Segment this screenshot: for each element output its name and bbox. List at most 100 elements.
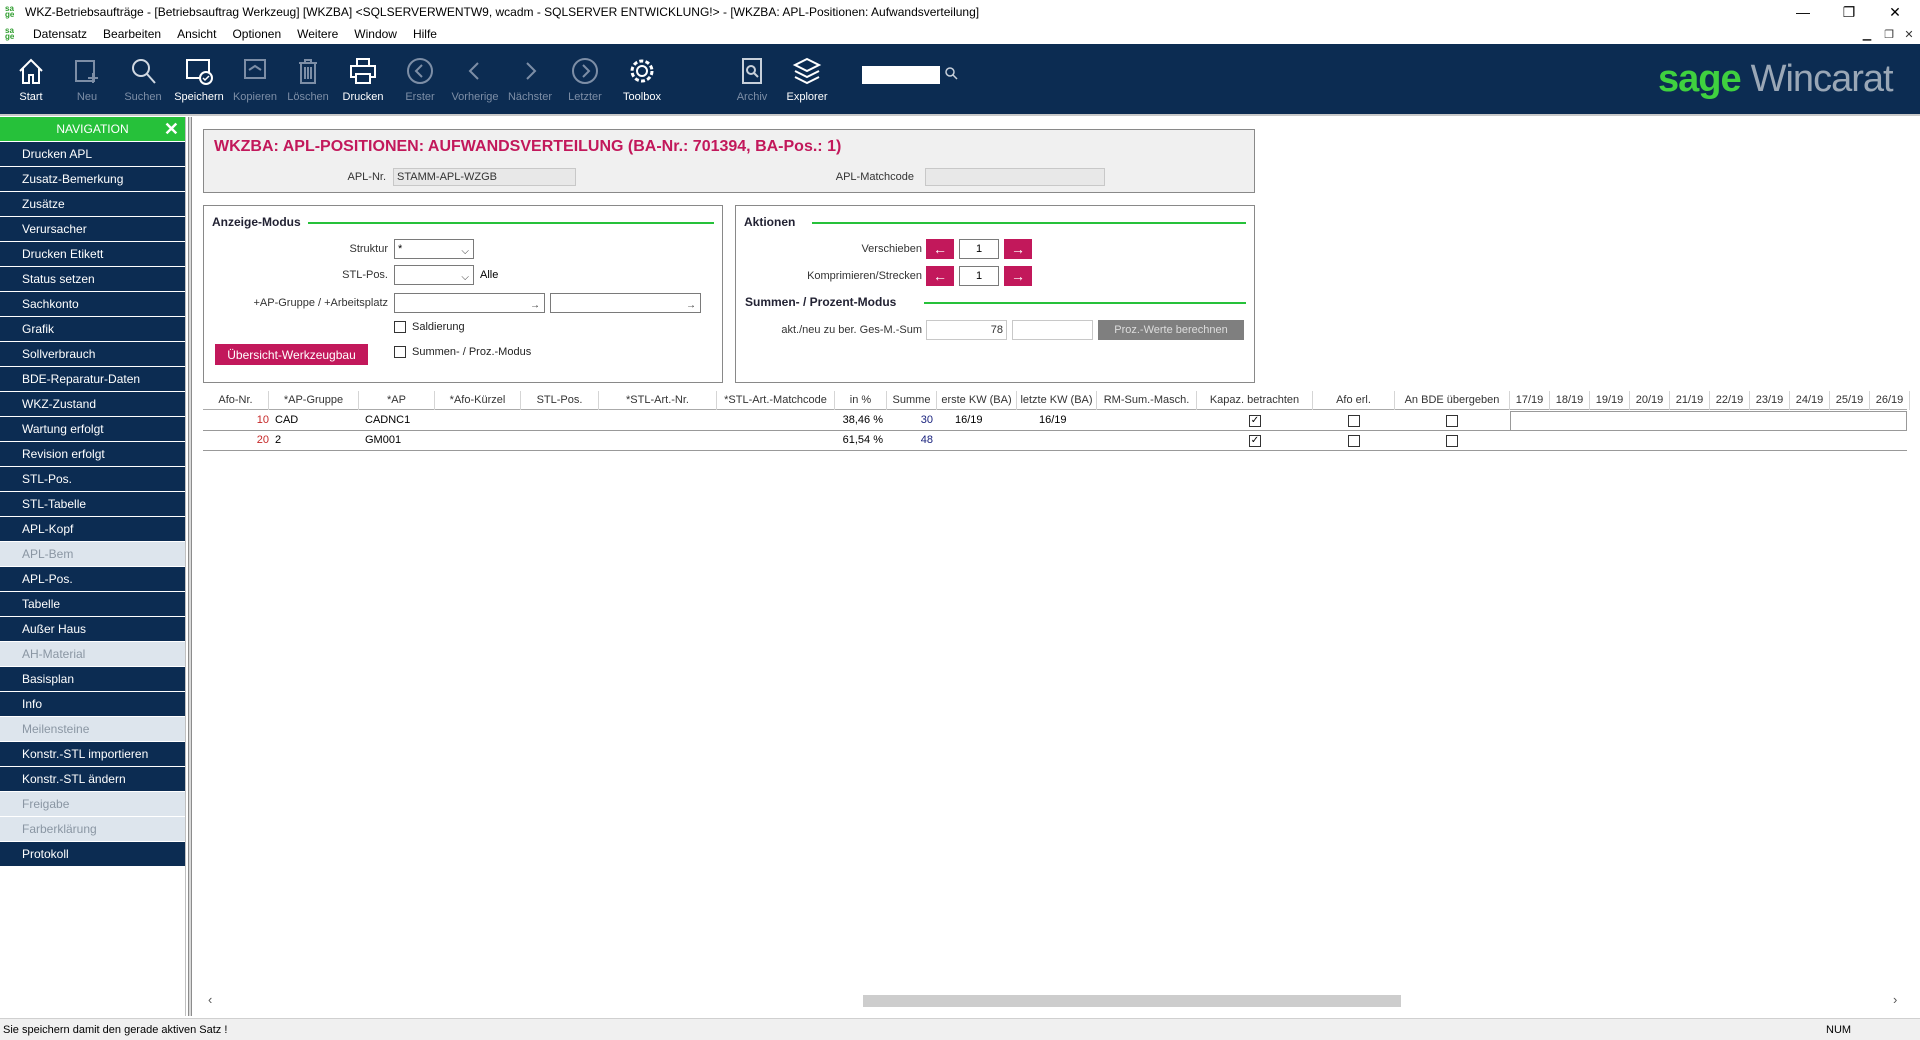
column-header[interactable]: *Afo-Kürzel [435, 391, 521, 410]
nav-item[interactable]: BDE-Reparatur-Daten [0, 367, 185, 391]
column-header[interactable]: *AP [359, 391, 435, 410]
neu-summe-field[interactable] [1012, 320, 1093, 340]
menu-window[interactable]: Window [346, 27, 405, 41]
scroll-left-icon[interactable]: ‹ [208, 992, 212, 1007]
column-header[interactable]: letzte KW (BA) [1017, 391, 1097, 410]
table-row[interactable]: 20 2 GM001 61,54 % 48 ✓ [203, 431, 1907, 451]
week-column-header[interactable]: 25/19 [1830, 391, 1870, 410]
cell-apgruppe[interactable]: 2 [275, 431, 359, 450]
cell-matchcode[interactable] [717, 431, 835, 450]
cell-stlpos[interactable] [521, 431, 599, 450]
nav-item[interactable]: APL-Kopf [0, 517, 185, 541]
struktur-select[interactable]: * ⌵ [394, 239, 474, 259]
summen-modus-checkbox[interactable]: Summen- / Proz.-Modus [394, 346, 531, 358]
cell-proz[interactable]: 38,46 % [835, 411, 883, 430]
nav-item[interactable]: Zusätze [0, 192, 185, 216]
suchen-button[interactable]: Suchen [115, 56, 171, 112]
week-column-header[interactable]: 19/19 [1590, 391, 1630, 410]
cell-proz[interactable]: 61,54 % [835, 431, 883, 450]
arbeitsplatz-input[interactable]: → [550, 293, 701, 313]
toolbar-search-input[interactable] [862, 66, 940, 84]
erster-button[interactable]: Erster [392, 56, 448, 112]
close-button[interactable]: ✕ [1872, 0, 1918, 24]
restore-button[interactable]: ❐ [1826, 0, 1872, 24]
nav-item[interactable]: Status setzen [0, 267, 185, 291]
loeschen-button[interactable]: Löschen [280, 56, 336, 112]
navigation-splitter[interactable] [188, 117, 192, 1016]
nav-item[interactable]: Info [0, 692, 185, 716]
speichern-button[interactable]: Speichern [171, 56, 227, 112]
column-header[interactable]: RM-Sum.-Masch. [1097, 391, 1197, 410]
nav-item[interactable]: Konstr.-STL importieren [0, 742, 185, 766]
neu-button[interactable]: Neu [59, 56, 115, 112]
cell-erste[interactable] [955, 431, 1017, 450]
scrollbar-thumb[interactable] [863, 995, 1401, 1007]
week-column-header[interactable]: 22/19 [1710, 391, 1750, 410]
nav-item[interactable]: STL-Tabelle [0, 492, 185, 516]
kopieren-button[interactable]: Kopieren [227, 56, 283, 112]
nav-item[interactable]: Drucken Etikett [0, 242, 185, 266]
menu-bearbeiten[interactable]: Bearbeiten [95, 27, 169, 41]
cell-letzte[interactable] [1039, 431, 1097, 450]
close-icon[interactable]: ✕ [164, 119, 179, 140]
uebersicht-werkzeugbau-button[interactable]: Übersicht-Werkzeugbau [215, 344, 368, 365]
week-column-header[interactable]: 23/19 [1750, 391, 1790, 410]
vorherige-button[interactable]: Vorherige [447, 56, 503, 112]
letzter-button[interactable]: Letzter [557, 56, 613, 112]
column-header[interactable]: *STL-Art.-Matchcode [717, 391, 835, 410]
cell-artnr[interactable] [599, 431, 717, 450]
akt-summe-field[interactable]: 78 [926, 320, 1007, 340]
nav-item[interactable]: APL-Pos. [0, 567, 185, 591]
start-button[interactable]: Start [3, 56, 59, 112]
menu-weitere[interactable]: Weitere [289, 27, 346, 41]
week-column-header[interactable]: 26/19 [1870, 391, 1910, 410]
cell-rm[interactable] [1097, 411, 1197, 430]
cell-artnr[interactable] [599, 411, 717, 430]
archiv-button[interactable]: Archiv [724, 56, 780, 112]
verschieben-left-button[interactable]: ← [926, 239, 954, 259]
cell-ap[interactable]: GM001 [365, 431, 435, 450]
cell-apgruppe[interactable]: CAD [275, 411, 359, 430]
drucken-button[interactable]: Drucken [335, 56, 391, 112]
column-header[interactable]: Kapaz. betrachten [1197, 391, 1313, 410]
column-header[interactable]: Summe [887, 391, 937, 410]
apl-matchcode-field[interactable] [925, 168, 1105, 186]
nav-item[interactable]: Drucken APL [0, 142, 185, 166]
nav-item[interactable]: Protokoll [0, 842, 185, 866]
nav-item[interactable]: STL-Pos. [0, 467, 185, 491]
menu-datensatz[interactable]: Datensatz [25, 27, 95, 41]
checkbox-erl[interactable] [1348, 415, 1360, 427]
explorer-button[interactable]: Explorer [779, 56, 835, 112]
cell-kuerzel[interactable] [435, 431, 521, 450]
menu-optionen[interactable]: Optionen [224, 27, 289, 41]
checkbox-bde[interactable] [1446, 435, 1458, 447]
checkbox-kapaz[interactable]: ✓ [1249, 415, 1261, 427]
nav-item[interactable]: Konstr.-STL ändern [0, 767, 185, 791]
checkbox-kapaz[interactable]: ✓ [1249, 435, 1261, 447]
column-header[interactable]: STL-Pos. [521, 391, 599, 410]
scroll-right-icon[interactable]: › [1893, 992, 1897, 1007]
nav-item[interactable]: Zusatz-Bemerkung [0, 167, 185, 191]
nav-item[interactable]: Revision erfolgt [0, 442, 185, 466]
cell-stlpos[interactable] [521, 411, 599, 430]
komprimieren-input[interactable]: 1 [959, 266, 999, 286]
checkbox-bde[interactable] [1446, 415, 1458, 427]
verschieben-right-button[interactable]: → [1004, 239, 1032, 259]
toolbox-button[interactable]: Toolbox [614, 56, 670, 112]
komprimieren-left-button[interactable]: ← [926, 266, 954, 286]
column-header[interactable]: Afo erl. [1313, 391, 1395, 410]
nav-item[interactable]: Außer Haus [0, 617, 185, 641]
apl-nr-field[interactable]: STAMM-APL-WZGB [393, 168, 576, 186]
proz-werte-berechnen-button[interactable]: Proz.-Werte berechnen [1098, 320, 1244, 340]
menu-ansicht[interactable]: Ansicht [169, 27, 224, 41]
week-column-header[interactable]: 17/19 [1510, 391, 1550, 410]
week-column-header[interactable]: 20/19 [1630, 391, 1670, 410]
column-header[interactable]: in % [835, 391, 887, 410]
nav-item[interactable]: Basisplan [0, 667, 185, 691]
cell-afo[interactable]: 10 [203, 411, 269, 430]
column-header[interactable]: erste KW (BA) [937, 391, 1017, 410]
verschieben-input[interactable]: 1 [959, 239, 999, 259]
cell-summe[interactable]: 30 [887, 411, 933, 430]
column-header[interactable]: *AP-Gruppe [269, 391, 359, 410]
stl-pos-select[interactable]: ⌵ [394, 265, 474, 285]
